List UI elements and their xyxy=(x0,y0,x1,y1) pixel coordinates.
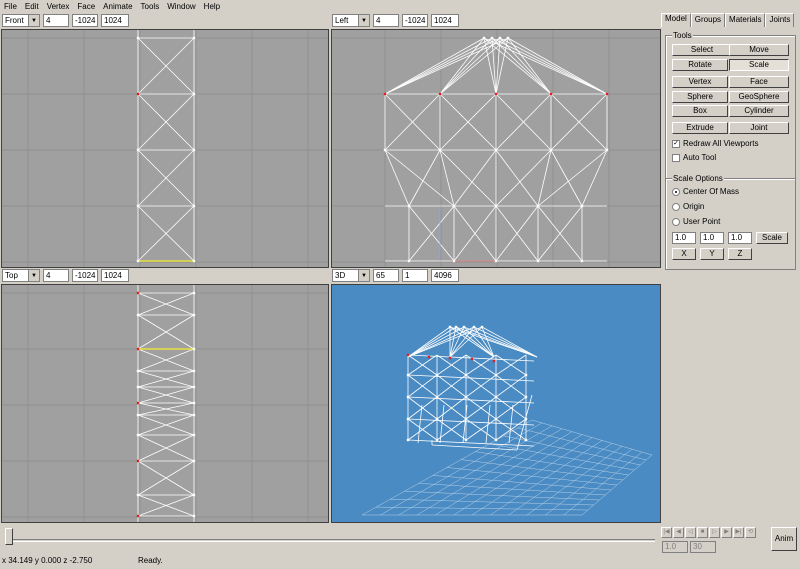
left-min-field[interactable]: -1024 xyxy=(402,14,428,27)
scale-y-field[interactable]: 1.0 xyxy=(700,232,724,244)
chevron-down-icon: ▼ xyxy=(358,15,369,26)
radio-selected-icon xyxy=(672,187,680,196)
front-max-field[interactable]: 1024 xyxy=(101,14,129,27)
radio-icon xyxy=(672,202,680,211)
front-grid-field[interactable]: 4 xyxy=(43,14,69,27)
move-button[interactable]: Move xyxy=(729,44,789,56)
chevron-down-icon: ▼ xyxy=(28,270,39,281)
redraw-all-checkbox[interactable]: ✓ Redraw All Viewports xyxy=(672,139,758,148)
left-viewport[interactable] xyxy=(331,29,661,268)
face-button[interactable]: Face xyxy=(729,76,789,88)
prev-frame-icon[interactable]: ◀ xyxy=(673,527,684,538)
radio-icon xyxy=(672,217,680,226)
menu-help[interactable]: Help xyxy=(200,1,224,12)
front-min-field[interactable]: -1024 xyxy=(72,14,98,27)
left-view-select[interactable]: Left ▼ xyxy=(332,14,370,27)
rotate-button[interactable]: Rotate xyxy=(672,59,728,71)
scale-options-group: Scale Options Center Of Mass Origin User… xyxy=(665,174,796,270)
playback-controls: |◀ ◀ ◁ ■ ▷ ▶ ▶| ⟲ xyxy=(661,527,756,538)
3d-viewport-bar: 3D ▼ 65 1 4096 xyxy=(332,268,459,283)
top-max-field[interactable]: 1024 xyxy=(101,269,129,282)
timeline-track[interactable] xyxy=(5,539,655,542)
origin-radio[interactable]: Origin xyxy=(672,202,704,211)
scale-apply-button[interactable]: Scale xyxy=(756,232,788,244)
timeline xyxy=(0,526,661,552)
joint-button[interactable]: Joint xyxy=(729,122,789,134)
anim-frames-field[interactable]: 30 xyxy=(690,541,716,553)
chevron-down-icon: ▼ xyxy=(358,270,369,281)
auto-tool-checkbox[interactable]: Auto Tool xyxy=(672,153,716,162)
anim-button[interactable]: Anim xyxy=(771,527,797,551)
anim-fps-field[interactable]: 1.0 xyxy=(662,541,688,553)
left-wireframe xyxy=(332,30,660,267)
chevron-down-icon: ▼ xyxy=(28,15,39,26)
timeline-slider-thumb[interactable] xyxy=(5,528,13,545)
center-of-mass-radio[interactable]: Center Of Mass xyxy=(672,187,739,196)
extrude-button[interactable]: Extrude xyxy=(672,122,728,134)
3d-view-select[interactable]: 3D ▼ xyxy=(332,269,370,282)
scale-y-button[interactable]: Y xyxy=(700,248,724,260)
top-viewport[interactable] xyxy=(1,284,329,523)
tab-materials[interactable]: Materials xyxy=(725,13,766,27)
play-icon[interactable]: ▷ xyxy=(709,527,720,538)
tab-model[interactable]: Model xyxy=(661,13,691,27)
geosphere-button[interactable]: GeoSphere xyxy=(729,91,789,103)
tools-group-title: Tools xyxy=(672,31,693,40)
first-frame-icon[interactable]: |◀ xyxy=(661,527,672,538)
3d-far-field[interactable]: 4096 xyxy=(431,269,459,282)
left-viewport-bar: Left ▼ 4 -1024 1024 xyxy=(332,13,459,28)
3d-fov-field[interactable]: 65 xyxy=(373,269,399,282)
scale-button[interactable]: Scale xyxy=(729,59,789,71)
model-panel: Model Groups Materials Joints Tools Sele… xyxy=(661,13,799,526)
menu-file[interactable]: File xyxy=(0,1,21,12)
coordinates-readout: x 34.149 y 0.000 z -2.750 xyxy=(2,555,93,565)
menu-edit[interactable]: Edit xyxy=(21,1,43,12)
checkbox-empty-icon xyxy=(672,153,680,162)
scale-x-field[interactable]: 1.0 xyxy=(672,232,696,244)
menu-bar: File Edit Vertex Face Animate Tools Wind… xyxy=(0,0,800,12)
user-point-radio[interactable]: User Point xyxy=(672,217,720,226)
front-viewport[interactable] xyxy=(1,29,329,268)
sphere-button[interactable]: Sphere xyxy=(672,91,728,103)
top-viewport-bar: Top ▼ 4 -1024 1024 xyxy=(2,268,129,283)
next-frame-icon[interactable]: ▶ xyxy=(721,527,732,538)
vertex-button[interactable]: Vertex xyxy=(672,76,728,88)
last-frame-icon[interactable]: ▶| xyxy=(733,527,744,538)
top-view-select[interactable]: Top ▼ xyxy=(2,269,40,282)
checkmark-icon: ✓ xyxy=(672,139,680,148)
status-bar: x 34.149 y 0.000 z -2.750 Ready. xyxy=(0,553,800,567)
front-view-select[interactable]: Front ▼ xyxy=(2,14,40,27)
play-back-icon[interactable]: ◁ xyxy=(685,527,696,538)
panel-tabs: Model Groups Materials Joints xyxy=(661,13,799,27)
top-wireframe xyxy=(2,285,328,522)
3d-wireframe xyxy=(361,325,653,516)
tab-joints[interactable]: Joints xyxy=(765,13,795,27)
scale-options-title: Scale Options xyxy=(672,174,724,183)
select-button[interactable]: Select xyxy=(672,44,732,56)
loop-icon[interactable]: ⟲ xyxy=(745,527,756,538)
cylinder-button[interactable]: Cylinder xyxy=(729,105,789,117)
status-message: Ready. xyxy=(138,555,163,565)
3d-viewport[interactable] xyxy=(331,284,661,523)
menu-vertex[interactable]: Vertex xyxy=(43,1,74,12)
front-viewport-bar: Front ▼ 4 -1024 1024 xyxy=(2,13,129,28)
menu-face[interactable]: Face xyxy=(73,1,99,12)
tools-group: Tools Select Move Rotate Scale Vertex Fa… xyxy=(665,31,796,180)
scale-x-button[interactable]: X xyxy=(672,248,696,260)
left-max-field[interactable]: 1024 xyxy=(431,14,459,27)
top-min-field[interactable]: -1024 xyxy=(72,269,98,282)
menu-window[interactable]: Window xyxy=(163,1,199,12)
left-grid-field[interactable]: 4 xyxy=(373,14,399,27)
scale-z-button[interactable]: Z xyxy=(728,248,752,260)
menu-animate[interactable]: Animate xyxy=(99,1,136,12)
menu-tools[interactable]: Tools xyxy=(137,1,164,12)
top-grid-field[interactable]: 4 xyxy=(43,269,69,282)
tab-groups[interactable]: Groups xyxy=(690,13,726,27)
scale-z-field[interactable]: 1.0 xyxy=(728,232,752,244)
stop-icon[interactable]: ■ xyxy=(697,527,708,538)
3d-near-field[interactable]: 1 xyxy=(402,269,428,282)
front-wireframe xyxy=(2,30,328,267)
box-button[interactable]: Box xyxy=(672,105,728,117)
